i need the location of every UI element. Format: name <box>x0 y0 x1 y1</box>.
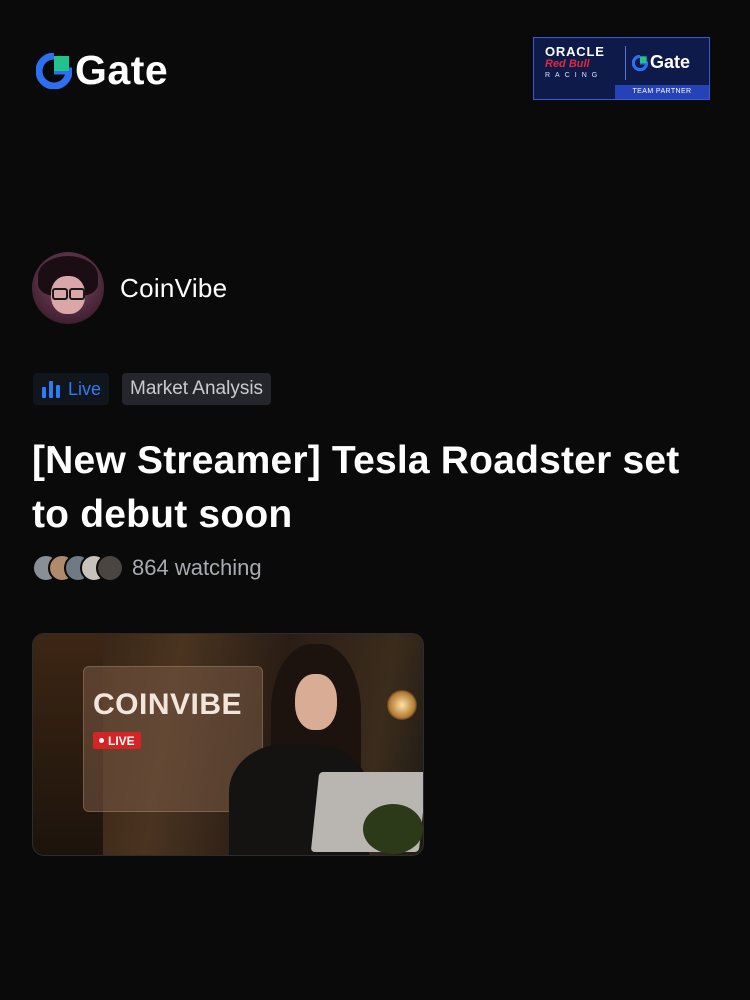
thumbnail-lamp <box>387 690 417 720</box>
streamer-avatar[interactable] <box>32 252 104 324</box>
gate-logo[interactable]: Gate <box>36 50 168 91</box>
stream-thumbnail[interactable]: COINVIBE LIVE <box>32 633 424 856</box>
live-tag: Live <box>33 373 110 405</box>
partner-gate-logo: Gate <box>632 52 690 73</box>
streamer-name[interactable]: CoinVibe <box>120 273 227 304</box>
gate-logo-icon <box>632 54 648 71</box>
partner-footer-text: TEAM PARTNER <box>615 85 709 99</box>
partner-redbull-text: Red Bull <box>545 58 590 70</box>
partner-oracle-text: ORACLE <box>545 44 605 59</box>
live-tag-label: Live <box>68 378 102 399</box>
category-tag[interactable]: Market Analysis <box>122 373 272 405</box>
partner-racing-text: RACING <box>545 72 603 79</box>
stream-title[interactable]: [New Streamer] Tesla Roadster set to deb… <box>32 434 722 542</box>
thumbnail-person-face <box>295 674 337 730</box>
avatar-glasses-right <box>69 288 85 300</box>
thumbnail-plant <box>363 804 423 854</box>
thumbnail-brand-text: COINVIBE <box>93 688 243 721</box>
thumbnail-live-text: LIVE <box>108 733 135 748</box>
bar-chart-icon <box>42 380 60 398</box>
avatar-glasses-left <box>52 288 68 300</box>
thumbnail-live-badge: LIVE <box>93 732 141 749</box>
viewer-avatar <box>96 554 124 582</box>
partner-gate-text: Gate <box>650 52 691 72</box>
partner-divider <box>625 46 626 80</box>
team-partner-badge[interactable]: ORACLE Red Bull RACING Gate TEAM PARTNER <box>533 37 710 100</box>
logo-text: Gate <box>75 47 169 93</box>
gate-logo-icon <box>36 52 72 89</box>
viewer-count-text: 864 watching <box>132 555 262 580</box>
live-dot-icon <box>99 738 104 743</box>
viewer-avatars <box>32 554 124 582</box>
viewer-count: 864 watching <box>32 554 262 582</box>
